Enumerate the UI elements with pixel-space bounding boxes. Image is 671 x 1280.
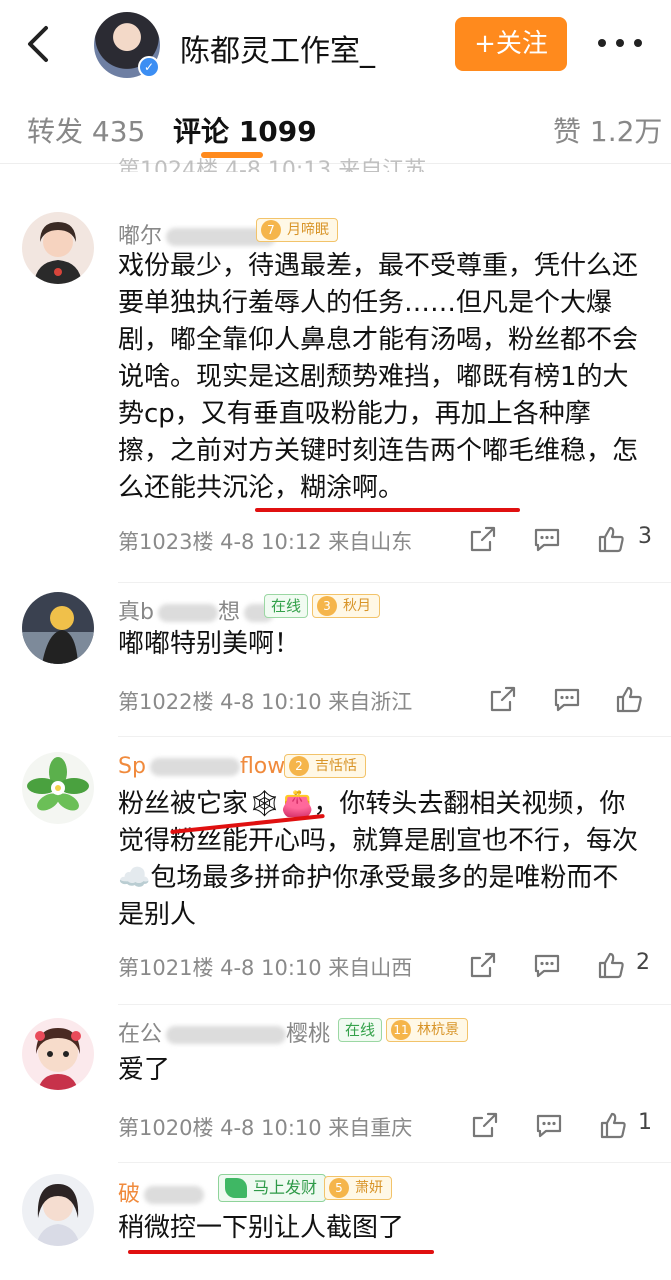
like-count: 1 — [638, 1110, 652, 1135]
verified-icon: ✓ — [138, 56, 160, 78]
divider — [118, 1162, 671, 1163]
avatar[interactable] — [22, 212, 94, 284]
level-badge: 11 林杭景 — [386, 1018, 468, 1042]
fortune-badge: 马上发财 — [218, 1174, 327, 1202]
like-icon[interactable] — [596, 524, 626, 554]
comment-meta: 第1022楼 4-8 10:10 来自浙江 — [118, 690, 413, 714]
red-annotation-underline — [255, 508, 520, 512]
comment-actions — [488, 684, 658, 718]
level-badge: 5 萧妍 — [324, 1176, 392, 1200]
clipped-comment-meta: 第1024楼 4-8 10:13 来自江苏 — [118, 158, 427, 172]
comment-icon[interactable] — [552, 684, 582, 714]
comment-text: 嘟嘟特别美啊！ — [118, 629, 301, 659]
avatar[interactable] — [22, 592, 94, 664]
share-icon[interactable] — [468, 524, 498, 554]
level-badge: 7 月啼眠 — [256, 218, 338, 242]
account-title[interactable]: 陈都灵工作室_ — [180, 26, 375, 70]
comment-actions: 2 — [468, 950, 658, 984]
like-count: 3 — [638, 524, 652, 549]
follow-button[interactable]: +关注 — [455, 17, 567, 71]
comment-author[interactable]: Sp flower — [118, 754, 308, 779]
comment-text: 爱了 — [118, 1055, 171, 1085]
online-badge: 在线 — [338, 1018, 383, 1042]
like-count: 2 — [636, 950, 650, 975]
comment-author[interactable]: 真b 想 — [118, 594, 274, 626]
top-bar: ✓ 陈都灵工作室_ +关注 — [0, 0, 671, 92]
divider — [118, 1004, 671, 1005]
share-icon[interactable] — [470, 1110, 500, 1140]
tab-repost[interactable]: 转发 435 — [27, 110, 145, 150]
divider — [118, 736, 671, 737]
share-icon[interactable] — [468, 950, 498, 980]
online-badge: 在线 — [264, 594, 309, 618]
comment-text: 戏份最少，待遇最差，最不受尊重，凭什么还要单独执行羞辱人的任务……但凡是个大爆剧… — [118, 251, 639, 503]
comment-icon[interactable] — [532, 950, 562, 980]
back-icon[interactable] — [20, 22, 60, 66]
comment-icon[interactable] — [532, 524, 562, 554]
share-icon[interactable] — [488, 684, 518, 714]
divider — [118, 582, 671, 583]
avatar[interactable] — [22, 1174, 94, 1246]
level-badge: 2 吉恬恬 — [284, 754, 366, 778]
like-icon[interactable] — [596, 950, 626, 980]
like-icon[interactable] — [614, 684, 644, 714]
level-badge: 3 秋月 — [312, 594, 380, 618]
comment-text: 粉丝被它家🕸👛，你转头去翻相关视频，你觉得粉丝能开心吗，就算是剧宣也不行，每次☁… — [118, 789, 639, 930]
comment-author[interactable]: 在公 樱桃 — [118, 1016, 330, 1048]
comment-actions: 1 — [470, 1110, 660, 1144]
tab-comments[interactable]: 评论 1099 — [173, 110, 317, 150]
like-icon[interactable] — [598, 1110, 628, 1140]
comment-author[interactable]: 破 — [118, 1176, 205, 1208]
comment-meta: 第1020楼 4-8 10:10 来自重庆 — [118, 1116, 413, 1140]
red-annotation-underline — [128, 1250, 434, 1254]
avatar[interactable] — [22, 1018, 94, 1090]
comment-actions: 3 — [468, 524, 658, 558]
more-icon[interactable] — [598, 33, 642, 53]
comment-icon[interactable] — [534, 1110, 564, 1140]
comment-meta: 第1021楼 4-8 10:10 来自山西 — [118, 956, 413, 980]
comment-meta: 第1023楼 4-8 10:12 来自山东 — [118, 530, 413, 554]
comment-author[interactable]: 嘟尔 — [118, 218, 277, 250]
tab-likes[interactable]: 赞 1.2万 — [553, 110, 662, 150]
comment-text: 稍微控一下别让人截图了 — [118, 1213, 405, 1243]
avatar[interactable] — [22, 752, 94, 824]
